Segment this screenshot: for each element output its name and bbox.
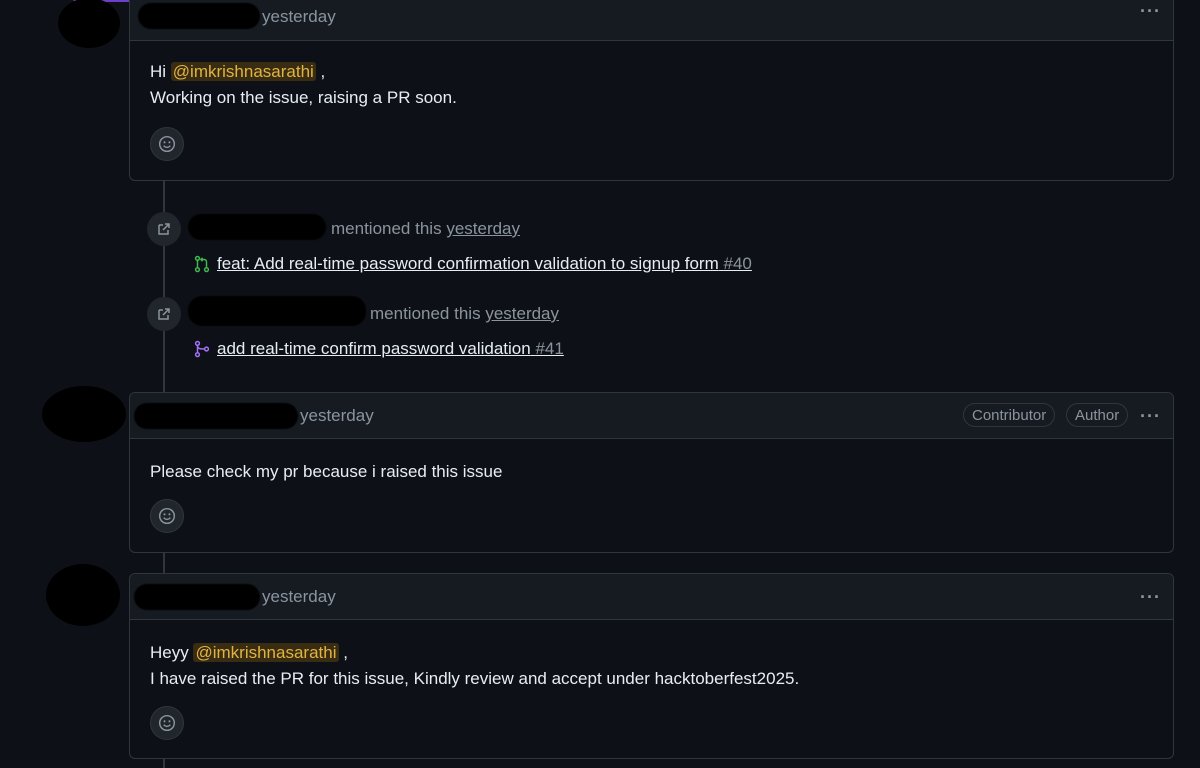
comment-timestamp[interactable]: yesterday xyxy=(300,406,374,426)
event-description: mentioned this yesterday xyxy=(370,304,559,324)
pr-title[interactable]: feat: Add real-time password confirmatio… xyxy=(217,254,719,273)
comment-card: yesterday ··· Hi @imkrishnasarathi , Wor… xyxy=(129,0,1174,181)
smiley-icon xyxy=(158,507,176,525)
comment-text: Hi xyxy=(150,62,171,81)
user-mention-link[interactable]: @imkrishnasarathi xyxy=(170,62,316,81)
comment-line: I have raised the PR for this issue, Kin… xyxy=(150,669,800,688)
linked-pr-link[interactable]: add real-time confirm password validatio… xyxy=(193,339,564,359)
comment-body: Heyy @imkrishnasarathi , I have raised t… xyxy=(130,620,1173,692)
cross-reference-icon xyxy=(147,297,181,331)
comment-header: yesterday ··· xyxy=(130,0,1173,41)
issue-timeline: yesterday ··· Hi @imkrishnasarathi , Wor… xyxy=(0,0,1200,768)
timeline-connector xyxy=(163,758,165,768)
event-timestamp[interactable]: yesterday xyxy=(485,304,559,323)
comment-line: Working on the issue, raising a PR soon. xyxy=(150,88,457,107)
cross-reference-icon xyxy=(147,212,181,246)
smiley-icon xyxy=(158,135,176,153)
comment-card: yesterday ··· Heyy @imkrishnasarathi , I… xyxy=(129,573,1174,759)
event-timestamp[interactable]: yesterday xyxy=(446,219,520,238)
author-name-redacted[interactable] xyxy=(188,214,326,240)
comment-line: Hi @imkrishnasarathi , xyxy=(150,59,1153,85)
author-label: Author xyxy=(1066,403,1129,427)
comment-body: Hi @imkrishnasarathi , Working on the is… xyxy=(130,41,1173,111)
event-action: mentioned this xyxy=(370,304,481,323)
comment-header: yesterday ··· xyxy=(130,574,1173,620)
comment-text: Heyy xyxy=(150,643,194,662)
comment-timestamp[interactable]: yesterday xyxy=(262,7,336,27)
pr-number[interactable]: #41 xyxy=(535,339,563,358)
smiley-icon xyxy=(158,714,176,732)
git-pull-request-icon xyxy=(194,255,210,273)
comment-header: yesterday Contributor Author ··· xyxy=(130,393,1173,439)
pr-number[interactable]: #40 xyxy=(723,254,751,273)
author-name-redacted[interactable] xyxy=(134,403,298,429)
comment-text: , xyxy=(338,643,348,662)
git-merge-icon xyxy=(194,340,210,358)
contributor-label: Contributor xyxy=(963,403,1056,427)
event-action: mentioned this xyxy=(331,219,442,238)
comment-line: Heyy @imkrishnasarathi , xyxy=(150,640,1153,666)
add-reaction-button[interactable] xyxy=(150,706,184,740)
author-name-redacted[interactable] xyxy=(188,296,366,326)
timeline-connector xyxy=(163,552,165,574)
comment-line: Please check my pr because i raised this… xyxy=(150,462,503,481)
author-name-redacted[interactable] xyxy=(138,3,260,29)
event-description: mentioned this yesterday xyxy=(331,219,520,239)
comment-card: yesterday Contributor Author ··· Please … xyxy=(129,392,1174,553)
user-mention-link[interactable]: @imkrishnasarathi xyxy=(193,643,339,662)
comment-timestamp[interactable]: yesterday xyxy=(262,587,336,607)
avatar[interactable] xyxy=(58,0,120,48)
comment-text: , xyxy=(315,62,326,81)
linked-pr-link[interactable]: feat: Add real-time password confirmatio… xyxy=(193,254,752,274)
author-name-redacted[interactable] xyxy=(134,584,260,610)
add-reaction-button[interactable] xyxy=(150,499,184,533)
comment-body: Please check my pr because i raised this… xyxy=(130,439,1173,485)
kebab-icon[interactable]: ··· xyxy=(1140,587,1161,608)
kebab-icon[interactable]: ··· xyxy=(1140,406,1161,427)
avatar[interactable] xyxy=(42,386,126,442)
kebab-icon[interactable]: ··· xyxy=(1140,1,1161,22)
pr-title[interactable]: add real-time confirm password validatio… xyxy=(217,339,531,358)
add-reaction-button[interactable] xyxy=(150,127,184,161)
avatar[interactable] xyxy=(46,564,120,626)
